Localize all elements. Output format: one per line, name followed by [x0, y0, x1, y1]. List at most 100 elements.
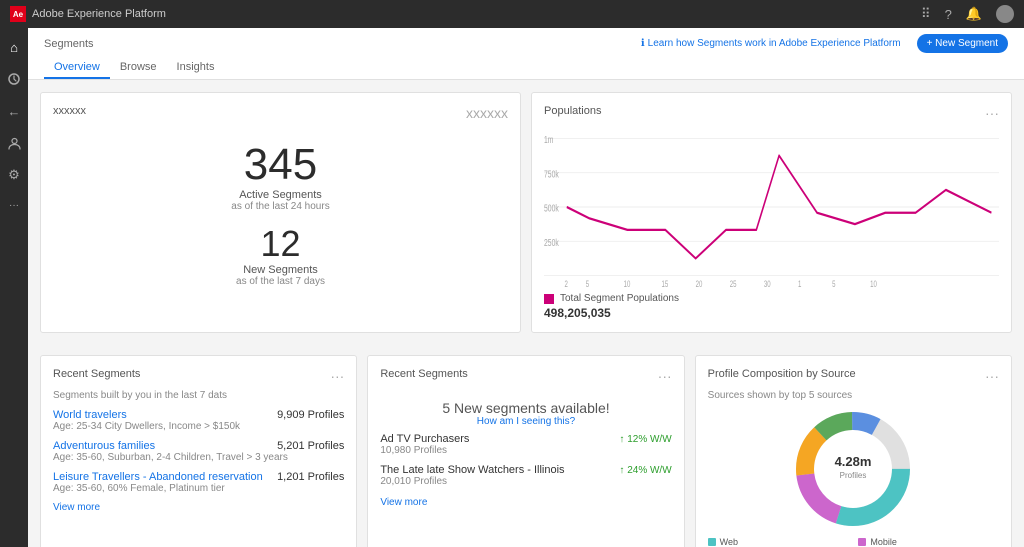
stats-card: xxxxxx xxxxxx 345 Active Segments as of … — [40, 92, 521, 333]
learn-link[interactable]: ℹ Learn how Segments work in Adobe Exper… — [641, 38, 901, 49]
svg-text:250k: 250k — [544, 236, 559, 248]
new-segments-link[interactable]: How am I seeing this? — [380, 416, 671, 427]
new-segments-label: New Segments — [53, 264, 508, 276]
recent-segments-2-title: Recent Segments — [380, 368, 467, 380]
svg-text:1: 1 — [798, 279, 801, 287]
recent-segments-1-title: Recent Segments — [53, 368, 140, 380]
recent-segments-1-menu[interactable]: ··· — [330, 368, 344, 384]
new-segments-count-label: 5 New segments available! — [380, 400, 671, 416]
legend-label-mobile: Mobile — [870, 537, 897, 547]
segment-item-2: Ad TV Purchasers 10,980 Profiles ↑ 12% W… — [380, 433, 671, 456]
new-segments-sublabel: as of the last 7 days — [53, 276, 508, 287]
top-bar-right: ⠿ ? 🔔 — [921, 5, 1014, 23]
populations-card: Populations ··· 1m 750k 500k 250k — [531, 92, 1012, 333]
sidebar-item-person[interactable] — [3, 132, 25, 154]
segment-name-latelate: The Late late Show Watchers - Illinois — [380, 464, 564, 476]
chart-legend: Total Segment Populations — [544, 293, 999, 304]
svg-text:5: 5 — [832, 279, 835, 287]
profile-composition-title: Profile Composition by Source — [708, 368, 856, 380]
legend-color-web — [708, 538, 716, 546]
svg-text:25: 25 — [730, 279, 737, 287]
sidebar-item-back[interactable]: ← — [3, 100, 25, 122]
segment-item-top-2: Adventurous families 5,201 Profiles — [53, 440, 344, 452]
legend-label-web: Web — [720, 537, 738, 547]
tab-browse[interactable]: Browse — [110, 57, 167, 79]
total-population: 498,205,035 — [544, 306, 999, 320]
populations-title: Populations — [544, 105, 602, 117]
segment-item: Adventurous families 5,201 Profiles Age:… — [53, 440, 344, 463]
segment-trend-latelate: ↑ 24% W/W — [619, 465, 671, 476]
segment-count-world-travelers: 9,909 Profiles — [277, 409, 344, 421]
view-more-1[interactable]: View more — [53, 502, 344, 513]
top-bar-left: Ae Adobe Experience Platform — [10, 6, 166, 22]
tab-bar: Overview Browse Insights — [44, 57, 1008, 79]
svg-text:20: 20 — [696, 279, 703, 287]
svg-text:Profiles: Profiles — [840, 471, 867, 480]
populations-chart: 1m 750k 500k 250k 2 5 10 15 20 25 30 1 5 — [544, 127, 999, 287]
sidebar-more[interactable]: ··· — [9, 200, 19, 211]
active-segments-count: 345 — [53, 143, 508, 187]
segment-profiles-latelate: 20,010 Profiles — [380, 476, 564, 487]
tab-overview[interactable]: Overview — [44, 57, 110, 79]
sidebar-item-home[interactable]: ⌂ — [3, 36, 25, 58]
stats-card-header: xxxxxx xxxxxx — [53, 105, 508, 121]
bottom-row: Recent Segments ··· Segments built by yo… — [28, 355, 1024, 547]
legend-label: Total Segment Populations — [560, 293, 679, 304]
bell-icon[interactable]: 🔔 — [966, 6, 982, 22]
grid-icon[interactable]: ⠿ — [921, 6, 931, 22]
segment-2-left: Ad TV Purchasers 10,980 Profiles — [380, 433, 469, 456]
top-bar: Ae Adobe Experience Platform ⠿ ? 🔔 — [0, 0, 1024, 28]
breadcrumb: Segments — [44, 38, 94, 50]
stats-card-title: xxxxxx — [53, 105, 86, 117]
legend-color-mobile — [858, 538, 866, 546]
segment-3-item-row: The Late late Show Watchers - Illinois 2… — [380, 464, 671, 487]
segment-name-world-travelers[interactable]: World travelers — [53, 409, 127, 421]
stats-card-menu[interactable]: xxxxxx — [466, 105, 508, 121]
sidebar: ⌂ ← ⚙ ··· — [0, 28, 28, 547]
segment-trend-adtv: ↑ 12% W/W — [619, 434, 671, 445]
profile-composition-menu[interactable]: ··· — [985, 368, 999, 384]
profile-composition-subtitle: Sources shown by top 5 sources — [708, 390, 999, 401]
svg-text:4.28m: 4.28m — [835, 454, 872, 469]
svg-text:10: 10 — [870, 279, 877, 287]
sidebar-item-settings[interactable]: ⚙ — [3, 164, 25, 186]
help-icon[interactable]: ? — [945, 7, 952, 22]
segment-desc-adventurous: Age: 35-60, Suburban, 2-4 Children, Trav… — [53, 452, 344, 463]
active-segments-label: Active Segments — [53, 189, 508, 201]
segment-name-adventurous[interactable]: Adventurous families — [53, 440, 155, 452]
svg-text:1m: 1m — [544, 134, 553, 146]
page-header: Segments ℹ Learn how Segments work in Ad… — [28, 28, 1024, 80]
populations-card-menu[interactable]: ··· — [985, 105, 999, 121]
segment-desc-world-travelers: Age: 25-34 City Dwellers, Income > $150k — [53, 421, 344, 432]
app-title: Adobe Experience Platform — [32, 8, 166, 20]
populations-card-header: Populations ··· — [544, 105, 999, 121]
sidebar-item-segment[interactable] — [3, 68, 25, 90]
view-more-2[interactable]: View more — [380, 497, 671, 508]
legend-color-dot — [544, 294, 554, 304]
segment-item-top: World travelers 9,909 Profiles — [53, 409, 344, 421]
segment-count-adventurous: 5,201 Profiles — [277, 440, 344, 452]
header-actions: ℹ Learn how Segments work in Adobe Exper… — [641, 34, 1008, 53]
segment-3-left: The Late late Show Watchers - Illinois 2… — [380, 464, 564, 487]
active-segments-sublabel: as of the last 24 hours — [53, 201, 508, 212]
chart-svg: 1m 750k 500k 250k 2 5 10 15 20 25 30 1 5 — [544, 127, 999, 287]
profile-composition-header: Profile Composition by Source ··· — [708, 368, 999, 384]
new-segment-button[interactable]: + New Segment — [917, 34, 1008, 53]
recent-segments-card-1: Recent Segments ··· Segments built by yo… — [40, 355, 357, 547]
recent-segments-1-header: Recent Segments ··· — [53, 368, 344, 384]
tab-insights[interactable]: Insights — [167, 57, 225, 79]
header-top: Segments ℹ Learn how Segments work in Ad… — [44, 34, 1008, 53]
segment-name-leisure[interactable]: Leisure Travellers - Abandoned reservati… — [53, 471, 263, 483]
recent-segments-1-subtitle: Segments built by you in the last 7 dats — [53, 390, 344, 401]
donut-chart-svg: 4.28m Profiles — [793, 409, 913, 529]
profile-composition-card: Profile Composition by Source ··· Source… — [695, 355, 1012, 547]
avatar[interactable] — [996, 5, 1014, 23]
adobe-logo: Ae — [10, 6, 26, 22]
svg-text:750k: 750k — [544, 168, 559, 180]
info-icon: ℹ — [641, 38, 645, 49]
svg-text:500k: 500k — [544, 202, 559, 214]
main-content: Segments ℹ Learn how Segments work in Ad… — [28, 28, 1024, 547]
segment-name-adtv: Ad TV Purchasers — [380, 433, 469, 445]
svg-text:10: 10 — [624, 279, 631, 287]
recent-segments-2-menu[interactable]: ··· — [658, 368, 672, 384]
